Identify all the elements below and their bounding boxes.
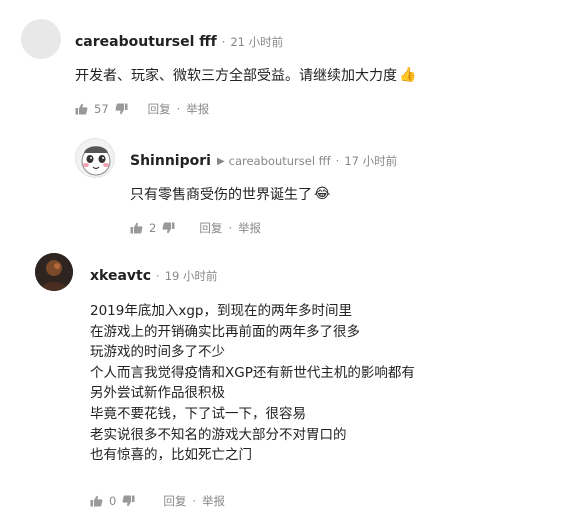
comment-line: 2019年底加入xgp，到现在的两年多时间里 (90, 303, 352, 319)
thumbs-up-icon (75, 103, 88, 115)
thumbs-up-icon (130, 222, 143, 234)
dislike-button[interactable] (122, 495, 135, 507)
comment-line: 毕竟不要花钱，下了试一下，很容易 (90, 405, 306, 422)
reply-link[interactable]: 回复 (199, 220, 222, 236)
dislike-button[interactable] (115, 103, 128, 115)
separator-dot: · (335, 154, 340, 168)
timestamp: 19 小时前 (164, 269, 218, 283)
cartoon-face-icon (81, 146, 111, 176)
timestamp: 17 小时前 (344, 154, 398, 168)
comment-text-row: 只有零售商受伤的世界诞生了 😂 (130, 184, 330, 204)
comment-line: 也有惊喜的，比如死亡之门 (90, 447, 252, 464)
thumbs-down-icon (162, 222, 175, 234)
timestamp: 21 小时前 (230, 35, 284, 49)
comment-text: 开发者、玩家、微软三方全部受益。请继续加大力度 (75, 68, 397, 84)
dislike-button[interactable] (162, 222, 175, 234)
emoji: 😂 (314, 186, 331, 202)
comment-actions: 0 回复 · 举报 (90, 493, 225, 509)
comment-text-row: 开发者、玩家、微软三方全部受益。请继续加大力度 👍 (75, 65, 416, 85)
comment-header: xkeavtc · 19 小时前 (90, 268, 217, 284)
comment-text: 只有零售商受伤的世界诞生了 (130, 187, 312, 203)
report-link[interactable]: 举报 (202, 493, 225, 509)
thumbs-down-icon (122, 495, 135, 507)
comment-line: 在游戏上的开销确实比再前面的两年多了很多 (90, 323, 360, 340)
separator-dot: · (156, 269, 160, 283)
report-link[interactable]: 举报 (186, 101, 209, 117)
comment-line: 老实说很多不知名的游戏大部分不对胃口的 (90, 426, 347, 443)
separator-dot: · (192, 494, 196, 508)
separator-dot: · (228, 221, 232, 235)
thumbs-up-icon (90, 495, 103, 507)
reply-link[interactable]: 回复 (148, 101, 171, 117)
portrait-icon (35, 253, 73, 291)
reply-link[interactable]: 回复 (163, 493, 186, 509)
like-button[interactable] (130, 222, 143, 234)
comment-actions: 2 回复 · 举报 (130, 220, 261, 236)
comment-line: 玩游戏的时间多了不少 (90, 344, 225, 361)
comment-header: careaboutursel fff · 21 小时前 (75, 34, 283, 50)
like-button[interactable] (90, 495, 103, 507)
separator-dot: · (176, 102, 181, 116)
comment-line: 另外尝试新作品很积极 (90, 385, 225, 402)
thumbs-down-icon (115, 103, 128, 115)
comment-text: 2019年底加入xgp，到现在的两年多时间里 在游戏上的开销确实比再前面的两年多… (90, 301, 415, 466)
like-count: 0 (109, 494, 117, 508)
comment-line: 个人而言我觉得疫情和XGP还有新世代主机的影响都有 (90, 364, 415, 381)
comment-actions: 57 回复 · 举报 (75, 101, 209, 117)
avatar[interactable] (21, 19, 61, 59)
like-count: 2 (149, 221, 157, 235)
comment-header: Shinnipori ▶ careaboutursel fff · 17 小时前 (130, 153, 397, 169)
username[interactable]: xkeavtc (90, 268, 151, 284)
avatar[interactable] (35, 253, 73, 291)
like-button[interactable] (75, 103, 88, 115)
separator-dot: · (221, 35, 226, 49)
emoji: 👍 (399, 67, 417, 83)
like-count: 57 (94, 102, 109, 116)
username[interactable]: Shinnipori (130, 153, 211, 169)
username[interactable]: careaboutursel fff (75, 34, 217, 50)
avatar[interactable] (75, 138, 115, 178)
reply-to-username[interactable]: careaboutursel fff (229, 154, 331, 168)
reply-arrow-icon: ▶ (216, 155, 225, 167)
report-link[interactable]: 举报 (238, 220, 261, 236)
